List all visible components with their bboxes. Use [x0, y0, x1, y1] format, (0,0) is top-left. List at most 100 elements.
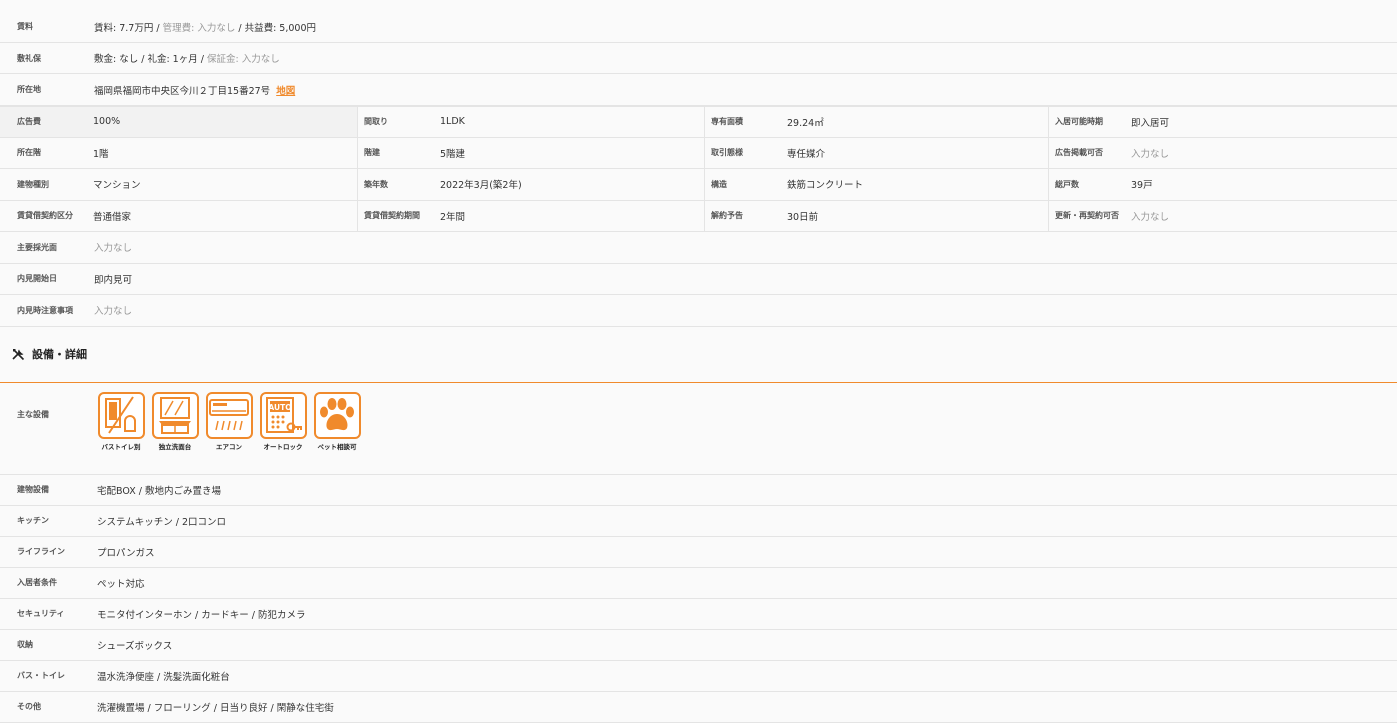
- rent-sep: /: [235, 22, 245, 34]
- spec-value: 2022年3月(築2年): [440, 180, 522, 192]
- detail-value: 洗濯機置場 / フローリング / 日当り良好 / 閑静な住宅街: [97, 702, 334, 714]
- spec-cell: 総戸数 39戸: [1049, 169, 1397, 200]
- spec-value: 普通借家: [93, 211, 132, 223]
- spec-cell: 構造 鉄筋コンクリート: [705, 169, 1049, 200]
- spec-value: 100%: [93, 116, 121, 128]
- spec-label: 間取り: [364, 117, 388, 127]
- detail-label: 収納: [17, 640, 33, 649]
- detail-value: 宅配BOX / 敷地内ごみ置き場: [97, 485, 221, 497]
- address-text: 福岡県福岡市中央区今川２丁目15番27号: [94, 85, 271, 97]
- location-label: 所在地: [17, 85, 41, 94]
- spec-value: 1LDK: [440, 116, 465, 128]
- detail-row: キッチン システムキッチン / 2口コンロ: [0, 505, 1397, 537]
- spec-value: 即入居可: [1131, 117, 1170, 129]
- detail-row: 建物設備 宅配BOX / 敷地内ごみ置き場: [0, 474, 1397, 506]
- equip-caption: ペット相談可: [317, 442, 357, 451]
- section-title: 設備・詳細: [32, 348, 87, 361]
- spec-label: 広告費: [17, 117, 41, 127]
- equip-caption: オートロック: [263, 442, 303, 451]
- spec-label: 構造: [711, 179, 727, 189]
- detail-label: ライフライン: [17, 547, 65, 556]
- spec-cell: 解約予告 30日前: [705, 200, 1049, 231]
- detail-row: 内見開始日 即内見可: [0, 263, 1397, 295]
- spec-cell: 専有面積 29.24㎡: [705, 107, 1049, 137]
- equip-item: バストイレ別: [96, 391, 146, 451]
- pet-icon: [313, 391, 361, 439]
- detail-row: ライフライン プロパンガス: [0, 536, 1397, 568]
- deposit-text: 敷金: なし / 礼金: 1ヶ月 /: [94, 54, 204, 65]
- spec-label: 広告掲載可否: [1055, 148, 1103, 158]
- detail-value: システムキッチン / 2口コンロ: [97, 516, 226, 528]
- rent-amount: 賃料: 7.7万円: [94, 22, 154, 34]
- spec-label: 賃貸借契約期間: [364, 211, 420, 221]
- spec-label: 賃貸借契約区分: [17, 211, 73, 221]
- main-equipment-row: 主な設備 バストイレ別 独立洗面台 エアコン AUTO オートロック ペット相談…: [0, 382, 1397, 475]
- detail-label: 主要採光面: [17, 242, 57, 252]
- spec-cell: 賃貸借契約区分 普通借家: [0, 200, 358, 231]
- spec-cell: 階建 5階建: [358, 137, 705, 168]
- spec-value: 専任媒介: [787, 148, 826, 160]
- detail-row: バス・トイレ 温水洗浄便座 / 洗髪洗面化粧台: [0, 660, 1397, 692]
- spec-row: 賃貸借契約区分 普通借家 賃貸借契約期間 2年間 解約予告 30日前 更新・再契約可否 入力な…: [0, 200, 1397, 232]
- spec-row: 広告費 100% 間取り 1LDK 専有面積 29.24㎡ 入居可能時期 即入居可: [0, 106, 1397, 138]
- spec-cell: 賃貸借契約期間 2年間: [358, 200, 705, 231]
- deposit-row: 敷礼保 敷金: なし / 礼金: 1ヶ月 / 保証金: 入力なし: [0, 43, 1397, 74]
- detail-label: バス・トイレ: [17, 671, 65, 680]
- spec-value: 29.24㎡: [787, 117, 824, 129]
- detail-label: 内見開始日: [17, 274, 57, 284]
- spec-label: 築年数: [364, 179, 388, 189]
- rent-row: 賃料 賃料: 7.7万円 / 管理費: 入力なし / 共益費: 5,000円: [0, 11, 1397, 43]
- detail-row: その他 洗濯機置場 / フローリング / 日当り良好 / 閑静な住宅街: [0, 691, 1397, 723]
- spec-label: 所在階: [17, 148, 41, 158]
- spec-cell: 広告費 100%: [0, 107, 358, 137]
- detail-value: プロパンガス: [97, 547, 155, 559]
- detail-label: 内見時注意事項: [17, 305, 73, 315]
- detail-label: 入居者条件: [17, 578, 57, 587]
- spec-value: 30日前: [787, 211, 819, 223]
- spec-cell: 更新・再契約可否 入力なし: [1049, 201, 1397, 232]
- detail-label: キッチン: [17, 516, 49, 525]
- spec-label: 専有面積: [711, 117, 743, 127]
- detail-value: 温水洗浄便座 / 洗髪洗面化粧台: [97, 671, 230, 683]
- spec-cell: 所在階 1階: [0, 137, 358, 168]
- map-link[interactable]: 地図: [276, 86, 295, 97]
- detail-value: シューズボックス: [97, 640, 173, 652]
- detail-label: その他: [17, 702, 41, 711]
- location-row: 所在地 福岡県福岡市中央区今川２丁目15番27号 地図: [0, 74, 1397, 106]
- detail-label: セキュリティ: [17, 609, 65, 618]
- tools-icon: [12, 348, 25, 360]
- section-header: 設備・詳細: [0, 327, 1397, 383]
- spec-cell: 間取り 1LDK: [358, 107, 705, 137]
- mgmt-fee: 管理費: 入力なし: [162, 22, 236, 34]
- rent-value: 賃料: 7.7万円 / 管理費: 入力なし / 共益費: 5,000円: [94, 20, 316, 34]
- detail-label: 建物設備: [17, 485, 49, 494]
- spec-row: 建物種別 マンション 築年数 2022年3月(築2年) 構造 鉄筋コンクリート 総戸数 39戸: [0, 169, 1397, 201]
- spec-value: 鉄筋コンクリート: [787, 180, 864, 192]
- spec-label: 総戸数: [1055, 179, 1079, 189]
- detail-row: 入居者条件 ペット対応: [0, 567, 1397, 599]
- deposit-value: 敷金: なし / 礼金: 1ヶ月 / 保証金: 入力なし: [94, 51, 280, 65]
- equip-caption: エアコン: [216, 442, 242, 451]
- spec-value: 39戸: [1131, 180, 1153, 192]
- spec-label: 解約予告: [711, 211, 743, 221]
- equip-item: ペット相談可: [312, 391, 362, 451]
- equip-item: AUTO オートロック: [258, 391, 308, 451]
- detail-row: 主要採光面 入力なし: [0, 232, 1397, 264]
- rent-label: 賃料: [17, 22, 33, 31]
- equip-item: 独立洗面台: [150, 391, 200, 451]
- spec-cell: 築年数 2022年3月(築2年): [358, 169, 705, 200]
- main-equipment-label: 主な設備: [17, 409, 49, 419]
- spec-cell: 取引態様 専任媒介: [705, 137, 1049, 168]
- auto-badge: AUTO: [268, 403, 291, 412]
- spec-cell: 建物種別 マンション: [0, 169, 358, 200]
- spec-grid: 広告費 100% 間取り 1LDK 専有面積 29.24㎡ 入居可能時期 即入居可所在階 1階 階…: [0, 106, 1397, 232]
- detail-value: 即内見可: [94, 274, 133, 286]
- equip-caption: バストイレ別: [101, 442, 141, 451]
- air-conditioner-icon: [205, 391, 253, 439]
- spec-label: 階建: [364, 148, 380, 158]
- top-spacer: [0, 0, 1397, 11]
- spec-cell: 入居可能時期 即入居可: [1049, 107, 1397, 137]
- viewing-rows: 主要採光面 入力なし 内見開始日 即内見可 内見時注意事項 入力なし: [0, 232, 1397, 327]
- spec-row: 所在階 1階 階建 5階建 取引態様 専任媒介 広告掲載可否 入力なし: [0, 137, 1397, 169]
- spec-value: 5階建: [440, 148, 466, 160]
